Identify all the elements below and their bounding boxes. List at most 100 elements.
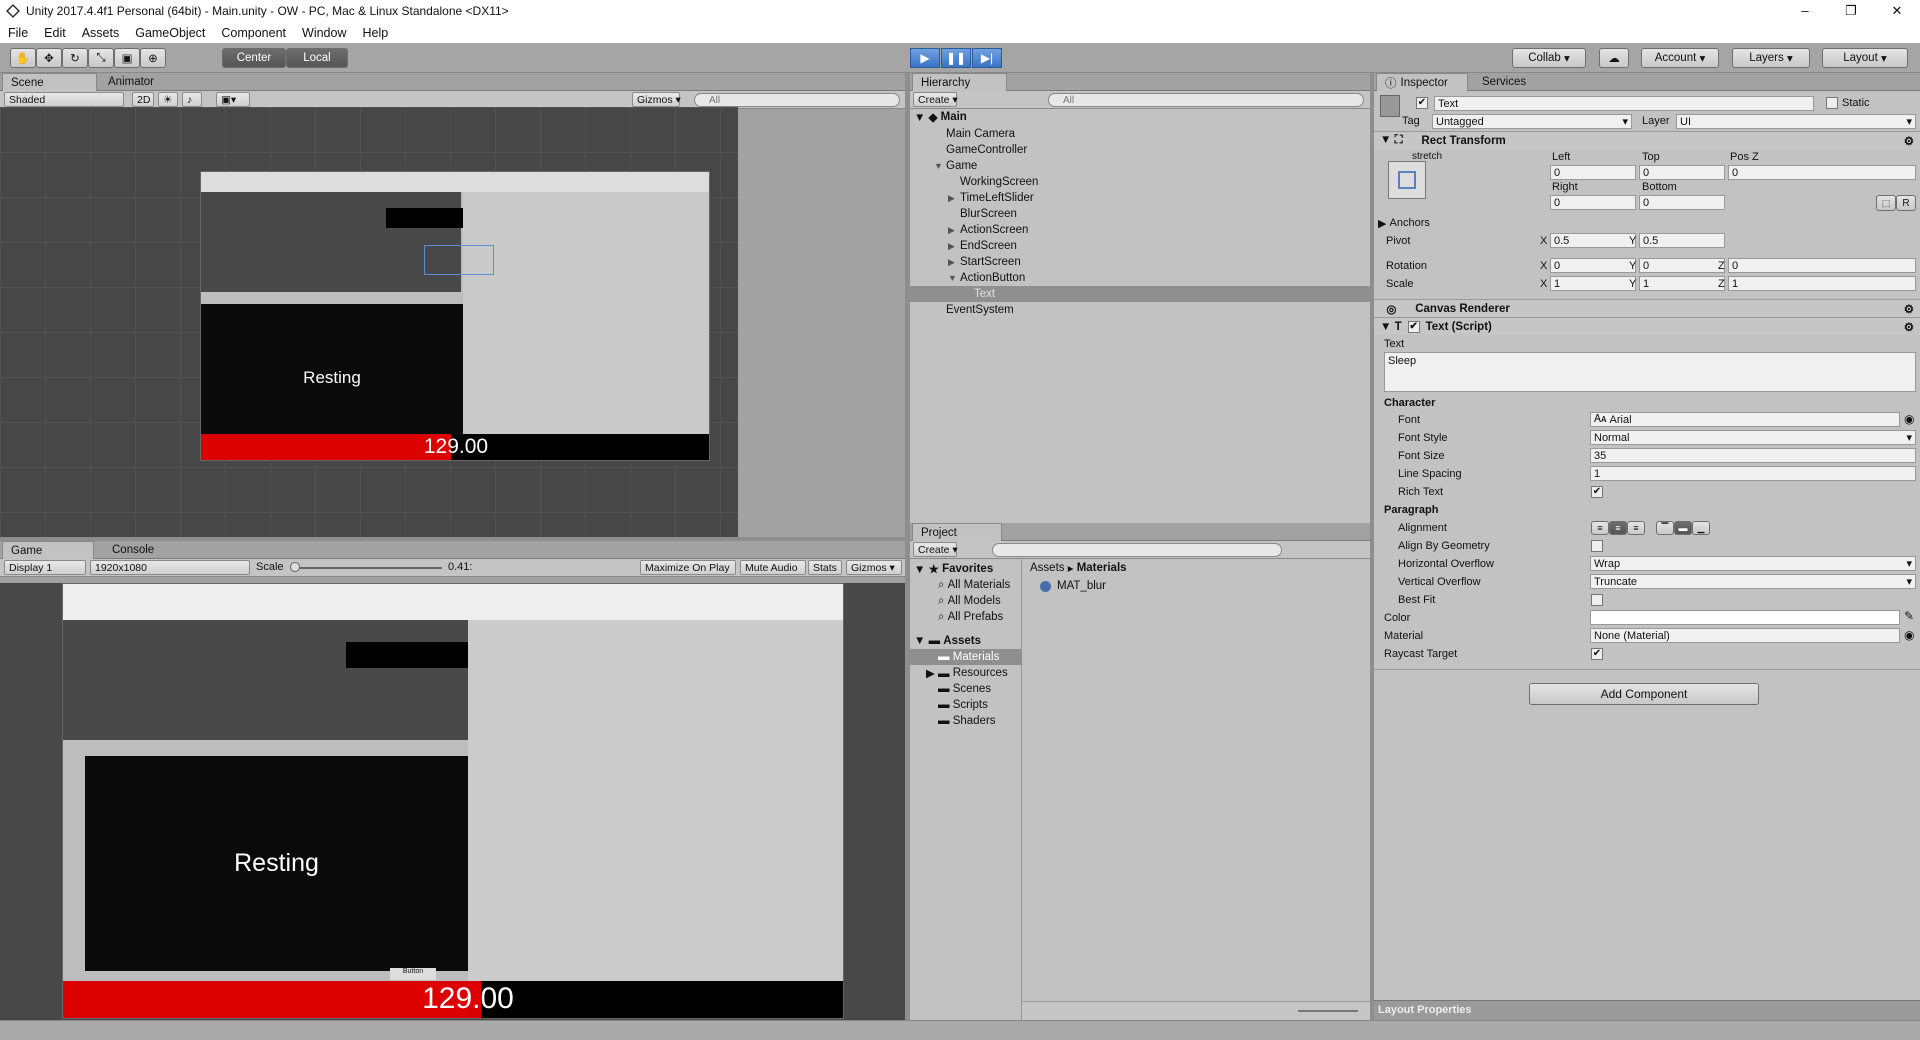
pause-icon[interactable]: ❚❚ bbox=[941, 48, 971, 68]
text-enabled-checkbox[interactable]: ✔ bbox=[1407, 320, 1420, 333]
top-field[interactable]: 0 bbox=[1639, 165, 1725, 180]
maximize-on-play-toggle[interactable]: Maximize On Play bbox=[640, 560, 736, 575]
eyedropper-icon[interactable]: ✎ bbox=[1904, 609, 1914, 623]
folder-scripts[interactable]: ▬ Scripts bbox=[938, 697, 988, 713]
hierarchy-arrow-icon[interactable]: ▶ bbox=[948, 193, 960, 204]
scale-x-field[interactable]: 1 bbox=[1550, 276, 1636, 291]
left-field[interactable]: 0 bbox=[1550, 165, 1636, 180]
maximize-button[interactable]: ❐ bbox=[1828, 3, 1874, 19]
folder-resources[interactable]: ▶ ▬ Resources bbox=[926, 665, 1008, 681]
fav-all-models[interactable]: ⌕ All Models bbox=[938, 593, 1001, 609]
menu-edit[interactable]: Edit bbox=[36, 26, 74, 40]
hierarchy-arrow-icon[interactable]: ▼ bbox=[948, 273, 960, 283]
folder-materials[interactable]: ▬ Materials bbox=[910, 649, 1022, 665]
minimize-button[interactable]: – bbox=[1782, 3, 1828, 19]
bottom-field[interactable]: 0 bbox=[1639, 195, 1725, 210]
step-icon[interactable]: ▶| bbox=[972, 48, 1002, 68]
hierarchy-create-dropdown[interactable]: Create ▾ bbox=[913, 92, 958, 107]
play-icon[interactable]: ▶ bbox=[910, 48, 940, 68]
anchors-foldout[interactable]: ▶ Anchors bbox=[1378, 215, 1430, 231]
hand-icon[interactable]: ✋ bbox=[10, 48, 36, 68]
hierarchy-arrow-icon[interactable]: ▼ bbox=[934, 161, 946, 171]
scale-slider-thumb[interactable] bbox=[290, 562, 300, 572]
account-dropdown[interactable]: Account ▾ bbox=[1641, 48, 1719, 68]
material-picker-icon[interactable]: ◉ bbox=[1904, 628, 1914, 642]
linespacing-field[interactable]: 1 bbox=[1590, 466, 1916, 481]
display-dropdown[interactable]: Display 1 bbox=[4, 560, 86, 575]
game-gizmos-dropdown[interactable]: Gizmos ▾ bbox=[846, 560, 902, 575]
rect-transform-header[interactable]: ▼ ⛶ Rect Transform ⚙ bbox=[1374, 131, 1920, 149]
tab-inspector[interactable]: ⓘ Inspector bbox=[1376, 73, 1468, 91]
fav-all-prefabs[interactable]: ⌕ All Prefabs bbox=[938, 609, 1003, 625]
active-checkbox[interactable]: ✔ bbox=[1416, 97, 1428, 109]
project-search-input[interactable] bbox=[992, 543, 1282, 557]
effects-icon[interactable]: ▣▾ bbox=[216, 92, 250, 107]
hierarchy-search-input[interactable]: All bbox=[1048, 93, 1364, 107]
hierarchy-item[interactable]: GameController bbox=[934, 142, 1027, 158]
close-button[interactable]: ✕ bbox=[1874, 3, 1920, 19]
pivot-center-button[interactable]: Center bbox=[222, 48, 286, 68]
align-top-icon[interactable]: ▔ bbox=[1656, 521, 1674, 535]
hierarchy-item[interactable]: ▼ Game bbox=[934, 158, 977, 174]
scene-search-input[interactable]: All bbox=[694, 93, 900, 107]
align-center-icon[interactable]: ≡ bbox=[1609, 521, 1627, 535]
hierarchy-item[interactable]: ▶ TimeLeftSlider bbox=[948, 190, 1034, 206]
project-create-dropdown[interactable]: Create ▾ bbox=[913, 542, 958, 557]
component-settings-icon[interactable]: ⚙ bbox=[1904, 134, 1920, 148]
tab-game[interactable]: Game bbox=[2, 541, 94, 559]
font-field[interactable]: 🗛 Arial bbox=[1590, 412, 1900, 427]
layer-dropdown[interactable]: UI ▾ bbox=[1676, 114, 1916, 129]
tab-scene[interactable]: Scene bbox=[2, 73, 97, 91]
game-action-button[interactable]: Button bbox=[390, 968, 436, 980]
tag-dropdown[interactable]: Untagged ▾ bbox=[1432, 114, 1632, 129]
scale-y-field[interactable]: 1 bbox=[1639, 276, 1725, 291]
hierarchy-item[interactable]: ▶ ActionScreen bbox=[948, 222, 1028, 238]
shading-dropdown[interactable]: Shaded bbox=[4, 92, 124, 107]
tab-console[interactable]: Console bbox=[104, 541, 162, 559]
audio-icon[interactable]: ♪ bbox=[182, 92, 202, 107]
add-component-button[interactable]: Add Component bbox=[1529, 683, 1759, 705]
thumbnail-size-slider[interactable] bbox=[1298, 1010, 1358, 1012]
scale-slider[interactable] bbox=[292, 567, 442, 569]
rot-y-field[interactable]: 0 bbox=[1639, 258, 1725, 273]
layout-dropdown[interactable]: Layout ▾ bbox=[1822, 48, 1908, 68]
hierarchy-arrow-icon[interactable]: ▶ bbox=[948, 257, 960, 268]
game-viewport[interactable]: Resting Button 129.00 bbox=[0, 583, 905, 1020]
menu-file[interactable]: File bbox=[0, 26, 36, 40]
breadcrumb-materials[interactable]: Materials bbox=[1077, 562, 1127, 574]
align-bottom-icon[interactable]: ▁ bbox=[1692, 521, 1710, 535]
abg-checkbox[interactable] bbox=[1591, 540, 1603, 552]
folder-shaders[interactable]: ▬ Shaders bbox=[938, 713, 996, 729]
breadcrumb-assets[interactable]: Assets bbox=[1030, 562, 1065, 574]
bestfit-checkbox[interactable] bbox=[1591, 594, 1603, 606]
assets-folder[interactable]: ▼ ▬ Assets bbox=[914, 633, 981, 649]
menu-assets[interactable]: Assets bbox=[74, 26, 128, 40]
font-picker-icon[interactable]: ◉ bbox=[1904, 412, 1914, 426]
tab-hierarchy[interactable]: Hierarchy bbox=[912, 73, 1007, 91]
voverflow-dropdown[interactable]: Truncate ▾ bbox=[1590, 574, 1916, 589]
text-script-gear-icon[interactable]: ⚙ bbox=[1904, 320, 1920, 334]
raycast-checkbox[interactable]: ✔ bbox=[1591, 648, 1603, 660]
hierarchy-item[interactable]: ▶ StartScreen bbox=[948, 254, 1021, 270]
right-field[interactable]: 0 bbox=[1550, 195, 1636, 210]
rect-icon[interactable]: ▣ bbox=[114, 48, 140, 68]
move-icon[interactable]: ✥ bbox=[36, 48, 62, 68]
menu-component[interactable]: Component bbox=[213, 26, 294, 40]
static-checkbox[interactable] bbox=[1826, 97, 1838, 109]
resolution-dropdown[interactable]: 1920x1080 bbox=[90, 560, 250, 575]
anchor-presets-icon[interactable] bbox=[1388, 161, 1426, 199]
canvas-renderer-header[interactable]: ◎ Canvas Renderer ⚙ bbox=[1374, 299, 1920, 317]
fontsize-field[interactable]: 35 bbox=[1590, 448, 1916, 463]
layout-properties-bar[interactable]: Layout Properties bbox=[1374, 1000, 1920, 1020]
text-value-area[interactable]: Sleep bbox=[1384, 352, 1916, 392]
raw-edit-button[interactable]: R bbox=[1896, 195, 1916, 211]
layers-dropdown[interactable]: Layers ▾ bbox=[1732, 48, 1810, 68]
text-script-header[interactable]: ▼ T ✔ Text (Script) ⚙ bbox=[1374, 317, 1920, 335]
scale-z-field[interactable]: 1 bbox=[1728, 276, 1916, 291]
menu-help[interactable]: Help bbox=[354, 26, 396, 40]
menu-window[interactable]: Window bbox=[294, 26, 354, 40]
transform-icon[interactable]: ⊕ bbox=[140, 48, 166, 68]
blueprint-mode-button[interactable]: ⬚ bbox=[1876, 195, 1896, 211]
rotate-icon[interactable]: ↻ bbox=[62, 48, 88, 68]
hierarchy-item[interactable]: WorkingScreen bbox=[948, 174, 1038, 190]
